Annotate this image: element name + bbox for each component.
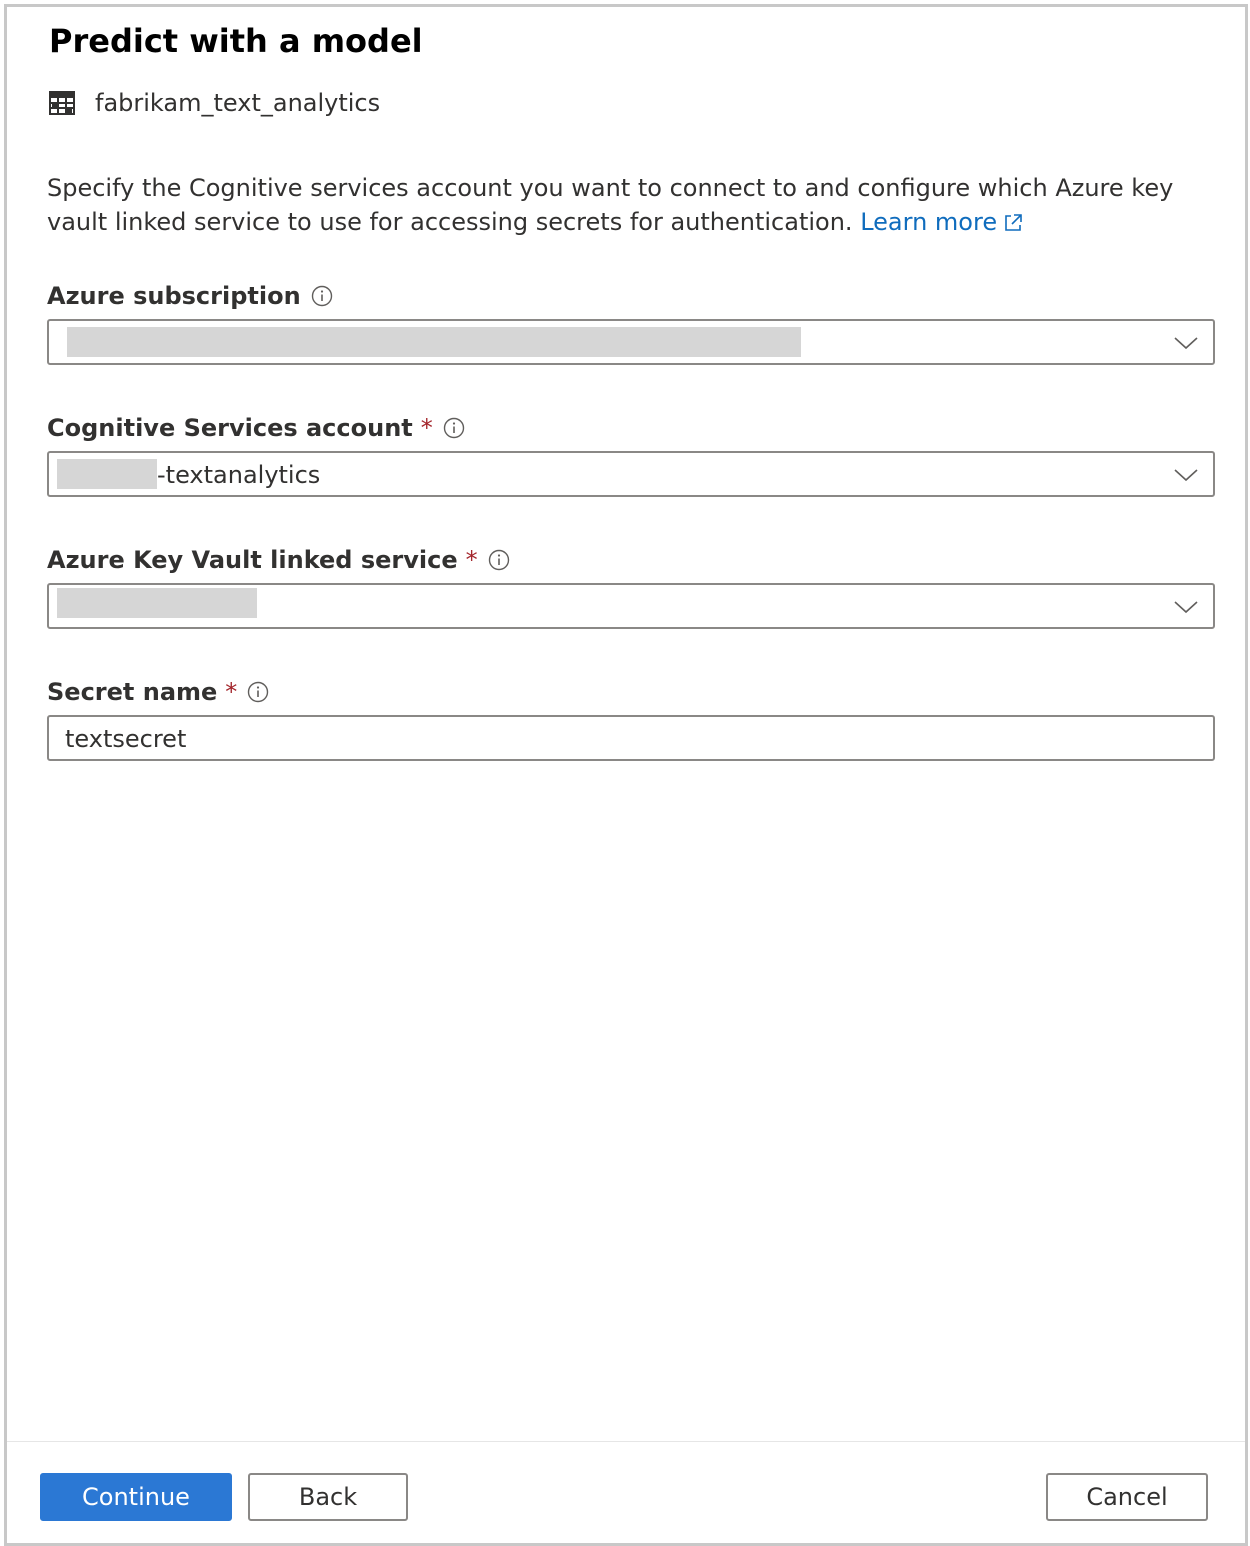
chevron-down-icon xyxy=(1174,337,1198,350)
cognitive-account-dropdown[interactable]: -textanalytics xyxy=(47,451,1215,497)
cognitive-account-label-text: Cognitive Services account xyxy=(47,414,413,442)
key-vault-label-text: Azure Key Vault linked service xyxy=(47,546,458,574)
learn-more-link[interactable]: Learn more xyxy=(860,208,1023,236)
subscription-dropdown[interactable] xyxy=(47,319,1215,365)
redacted-value xyxy=(67,327,801,357)
back-button[interactable]: Back xyxy=(248,1473,408,1521)
info-icon[interactable] xyxy=(443,417,465,439)
secret-name-label: Secret name * xyxy=(47,675,269,709)
dialog-panel: Predict with a model fabrikam_text_analy… xyxy=(4,4,1248,1546)
description: Specify the Cognitive services account y… xyxy=(47,171,1217,239)
subscription-label: Azure subscription xyxy=(47,279,333,313)
cancel-button[interactable]: Cancel xyxy=(1046,1473,1208,1521)
key-vault-label: Azure Key Vault linked service * xyxy=(47,543,510,577)
secret-name-label-text: Secret name xyxy=(47,678,218,706)
page-title: Predict with a model xyxy=(49,22,423,60)
redacted-value xyxy=(57,459,157,489)
continue-button[interactable]: Continue xyxy=(40,1473,232,1521)
learn-more-label: Learn more xyxy=(860,208,998,236)
footer-divider xyxy=(7,1441,1245,1442)
redacted-value xyxy=(57,588,257,618)
secret-name-value: textsecret xyxy=(65,725,187,753)
external-link-icon xyxy=(1005,214,1022,231)
info-icon[interactable] xyxy=(488,549,510,571)
key-vault-dropdown[interactable] xyxy=(47,583,1215,629)
secret-name-input[interactable]: textsecret xyxy=(47,715,1215,761)
info-icon[interactable] xyxy=(247,681,269,703)
required-marker: * xyxy=(225,678,238,706)
subscription-label-text: Azure subscription xyxy=(47,282,301,310)
cognitive-account-value: -textanalytics xyxy=(157,461,321,489)
required-marker: * xyxy=(420,414,433,442)
required-marker: * xyxy=(465,546,478,574)
chevron-down-icon xyxy=(1174,469,1198,482)
info-icon[interactable] xyxy=(311,285,333,307)
model-row: fabrikam_text_analytics xyxy=(49,87,380,119)
chevron-down-icon xyxy=(1174,601,1198,614)
table-icon xyxy=(49,91,75,115)
model-name: fabrikam_text_analytics xyxy=(95,89,381,117)
cognitive-account-label: Cognitive Services account * xyxy=(47,411,465,445)
